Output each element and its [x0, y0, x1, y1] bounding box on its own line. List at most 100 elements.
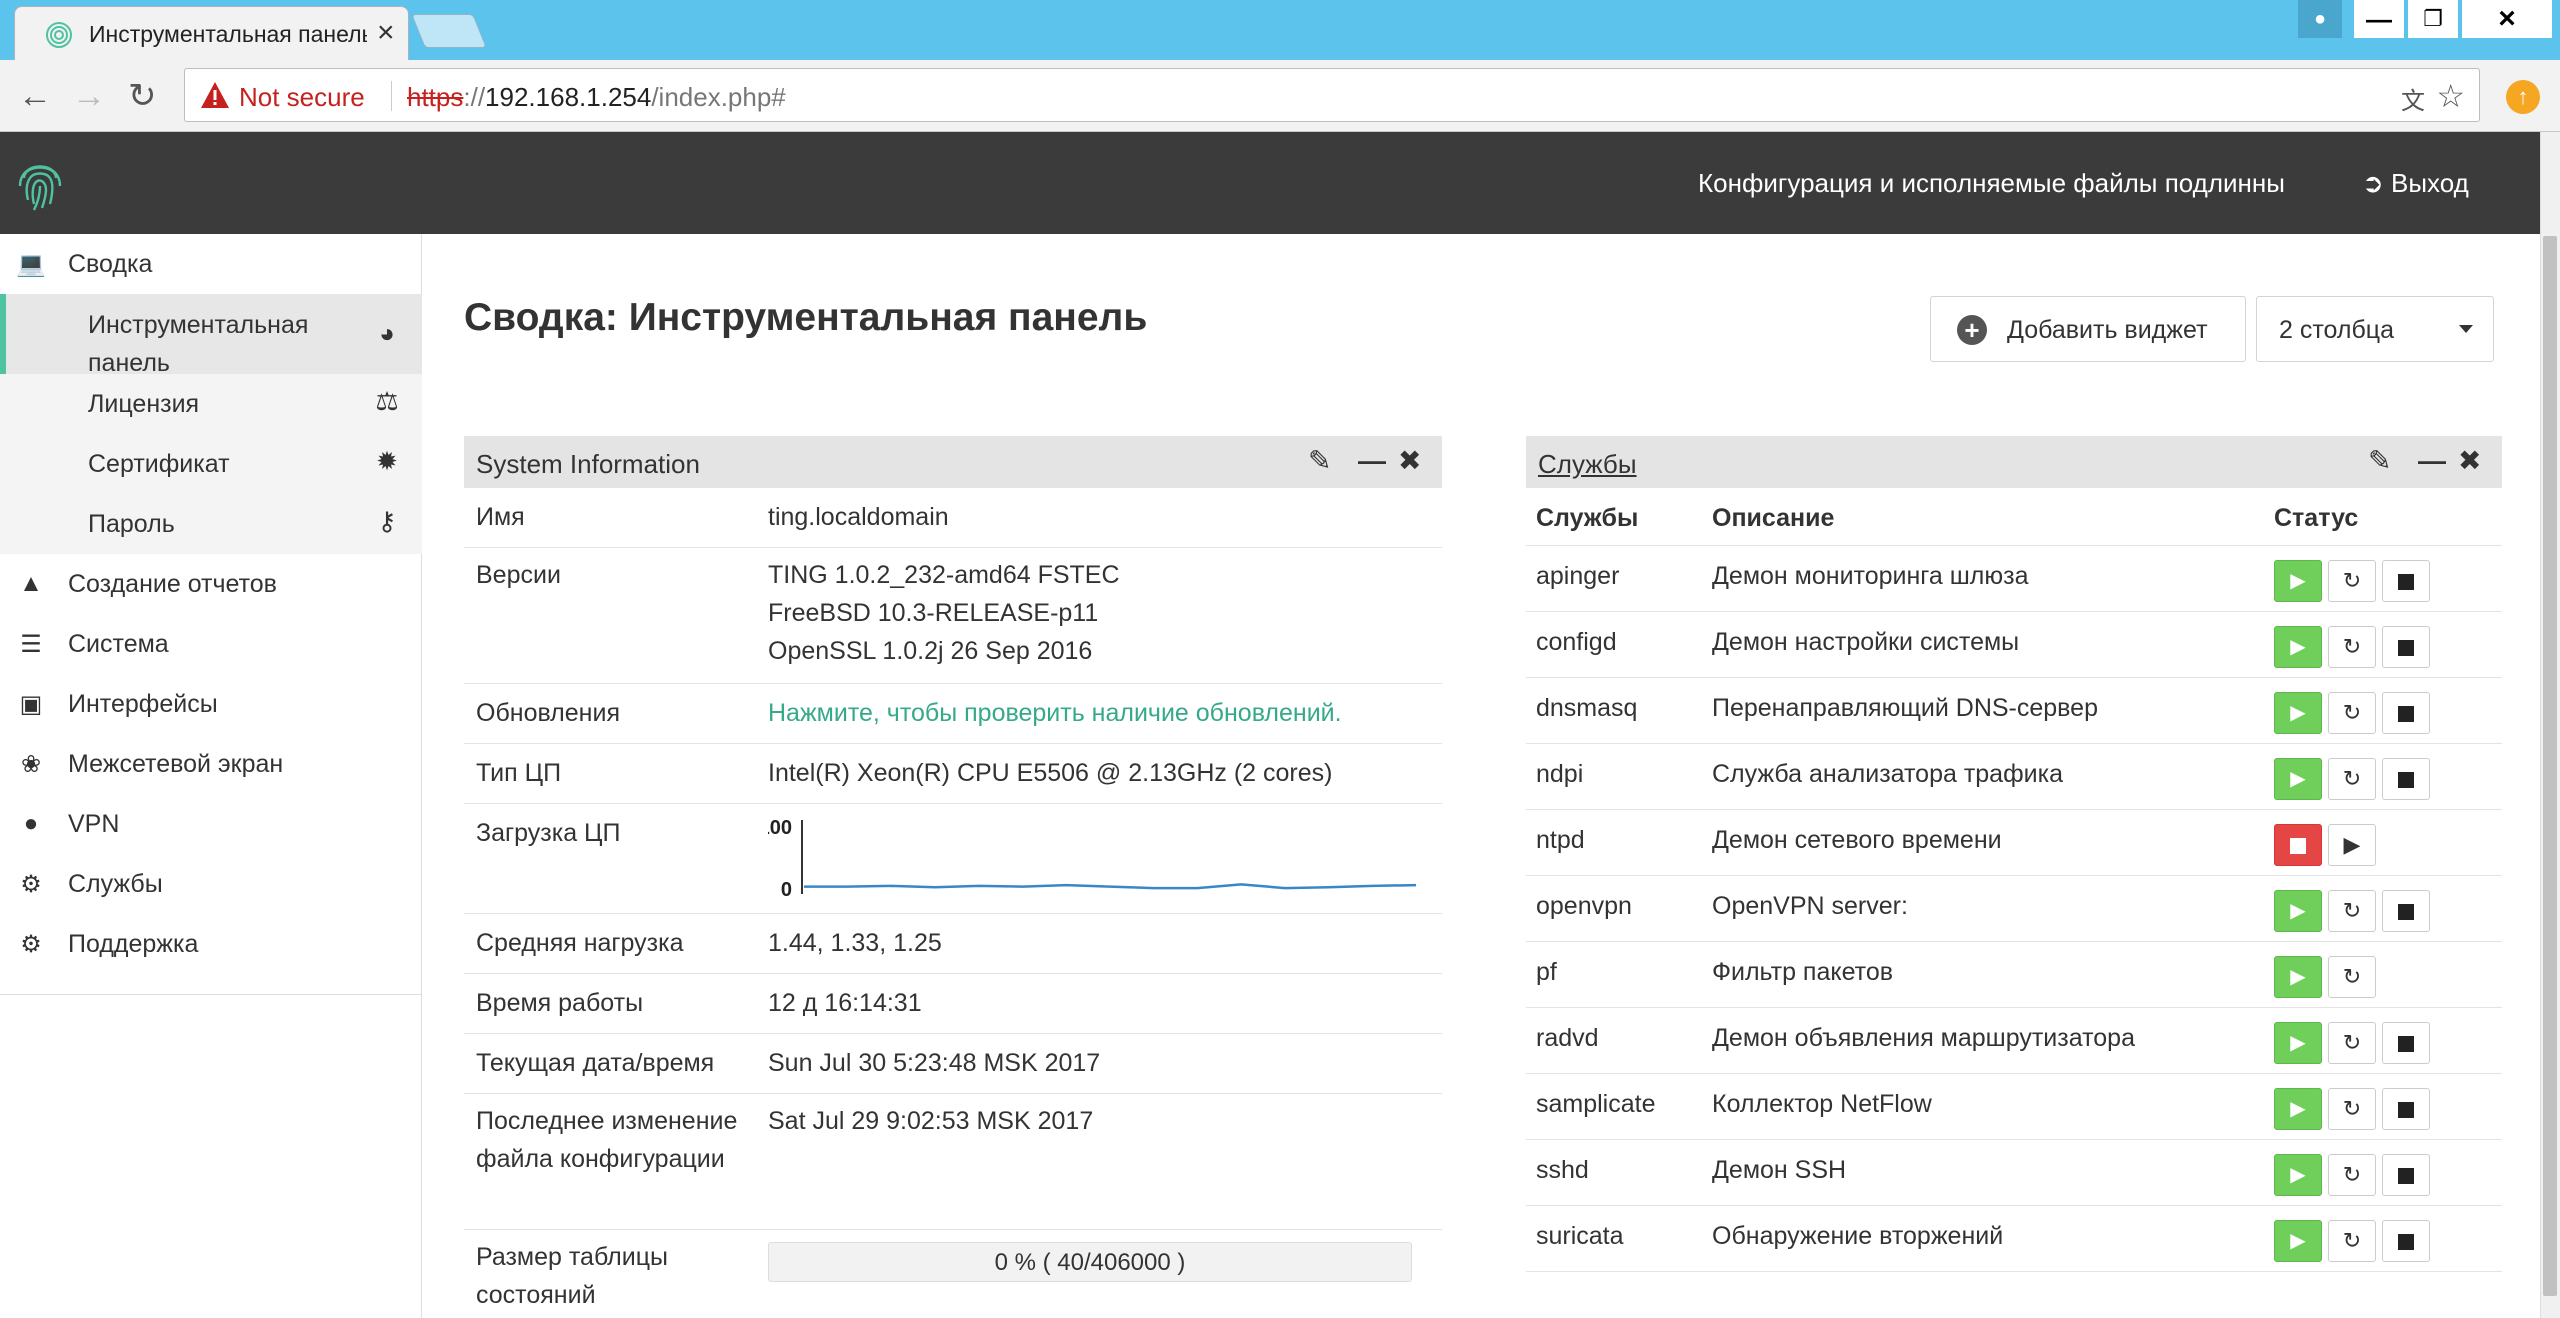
info-value: Sun Jul 30 5:23:48 MSK 2017: [768, 1049, 1101, 1077]
restart-service-icon[interactable]: ↻: [2328, 1154, 2376, 1196]
stop-service-icon[interactable]: [2382, 1088, 2430, 1130]
close-widget-icon[interactable]: ✖: [1398, 445, 1421, 477]
sidebar: 💻 Сводка Инструментальная панель ◕ Лицен…: [0, 234, 422, 1318]
info-label: Обновления: [476, 699, 620, 727]
browser-tab-active[interactable]: Инструментальная панель ×: [14, 6, 409, 60]
security-status[interactable]: Not secure: [239, 82, 365, 113]
stop-service-icon[interactable]: [2382, 1154, 2430, 1196]
services-header[interactable]: Службы ✎ — ✖: [1526, 436, 2502, 488]
service-name: ndpi: [1536, 760, 1584, 788]
laptop-icon: 💻: [16, 251, 46, 278]
restart-service-icon[interactable]: ↻: [2328, 890, 2376, 932]
integrity-notice[interactable]: Конфигурация и исполняемые файлы подлинн…: [1698, 168, 2285, 199]
pencil-icon[interactable]: ✎: [2368, 445, 2391, 477]
bookmark-star-icon[interactable]: ☆: [2436, 77, 2465, 115]
service-status-running-play-icon[interactable]: ▶: [2274, 1154, 2322, 1196]
restart-service-icon[interactable]: ↻: [2328, 758, 2376, 800]
restore-window-icon[interactable]: ❐: [2408, 0, 2458, 38]
service-description: Демон настройки системы: [1712, 628, 2020, 656]
sidebar-subitem-license[interactable]: Лицензия ⚖: [0, 374, 422, 434]
col-header-status: Статус: [2274, 504, 2359, 532]
sidebar-subitem-password[interactable]: Пароль ⚷: [0, 494, 422, 554]
system-information-header[interactable]: System Information ✎ — ✖: [464, 436, 1442, 488]
add-widget-button[interactable]: + Добавить виджет: [1930, 296, 2246, 362]
sidebar-item-interfaces[interactable]: ▣ Интерфейсы: [0, 674, 422, 734]
pencil-icon[interactable]: ✎: [1308, 445, 1331, 477]
service-name: apinger: [1536, 562, 1620, 590]
close-widget-icon[interactable]: ✖: [2458, 445, 2481, 477]
translate-icon[interactable]: 文: [2401, 81, 2425, 116]
info-label: Текущая дата/время: [476, 1049, 715, 1077]
restart-service-icon[interactable]: ↻: [2328, 956, 2376, 998]
check-updates-link[interactable]: Нажмите, чтобы проверить наличие обновле…: [768, 694, 1342, 732]
new-tab-button[interactable]: [411, 14, 487, 48]
service-status-running-play-icon[interactable]: ▶: [2274, 626, 2322, 668]
service-row-dnsmasq: dnsmasq Перенаправляющий DNS-сервер ▶ ↻: [1526, 678, 2502, 744]
service-status-running-play-icon[interactable]: ▶: [2274, 956, 2322, 998]
info-row-versions: Версии TING 1.0.2_232-amd64 FSTEC FreeBS…: [464, 548, 1442, 684]
service-description: Обнаружение вторжений: [1712, 1222, 2004, 1250]
widget-title-link[interactable]: Службы: [1538, 449, 1637, 480]
minimize-widget-icon[interactable]: —: [1358, 445, 1386, 477]
restart-service-icon[interactable]: ↻: [2328, 626, 2376, 668]
sidebar-item-firewall[interactable]: ❀ Межсетевой экран: [0, 734, 422, 794]
sidebar-subitem-label: Сертификат: [88, 450, 230, 478]
sidebar-subitem-dashboard[interactable]: Инструментальная панель ◕: [0, 294, 422, 377]
sidebar-item-vpn[interactable]: ● VPN: [0, 794, 422, 854]
service-status-stopped-icon[interactable]: [2274, 824, 2322, 866]
sidebar-item-support[interactable]: ⚙ Поддержка: [0, 914, 422, 974]
stop-service-icon[interactable]: [2382, 890, 2430, 932]
logout-link[interactable]: ➲ Выход: [2362, 168, 2469, 199]
forward-arrow-icon[interactable]: →: [72, 76, 106, 116]
info-row-state-table: Размер таблицы состояний 0 % ( 40/406000…: [464, 1230, 1442, 1318]
stop-service-icon[interactable]: [2382, 560, 2430, 602]
minimize-widget-icon[interactable]: —: [2418, 445, 2446, 477]
logout-icon: ➲: [2362, 168, 2384, 198]
app-header: Конфигурация и исполняемые файлы подлинн…: [0, 132, 2540, 234]
restart-service-icon[interactable]: ↻: [2328, 1088, 2376, 1130]
key-icon: ⚷: [377, 506, 397, 536]
close-window-icon[interactable]: ×: [2462, 0, 2552, 38]
fingerprint-logo-icon[interactable]: [16, 156, 64, 212]
sidebar-subitem-certificate[interactable]: Сертификат ✹: [0, 434, 422, 494]
restart-service-icon[interactable]: ↻: [2328, 692, 2376, 734]
sidebar-item-reporting[interactable]: ▲ Создание отчетов: [0, 554, 422, 614]
service-status-running-play-icon[interactable]: ▶: [2274, 758, 2322, 800]
stop-service-icon[interactable]: [2382, 1220, 2430, 1262]
sidebar-item-summary[interactable]: 💻 Сводка: [0, 234, 422, 294]
service-status-running-play-icon[interactable]: ▶: [2274, 692, 2322, 734]
service-status-running-play-icon[interactable]: ▶: [2274, 1022, 2322, 1064]
info-value: 1.44, 1.33, 1.25: [768, 929, 942, 957]
version-line: FreeBSD 10.3-RELEASE-p11: [768, 599, 1099, 627]
stop-service-icon[interactable]: [2382, 1022, 2430, 1064]
back-arrow-icon[interactable]: ←: [18, 76, 52, 116]
service-status-running-play-icon[interactable]: ▶: [2274, 890, 2322, 932]
restart-service-icon[interactable]: ↻: [2328, 1022, 2376, 1064]
service-row-apinger: apinger Демон мониторинга шлюза ▶ ↻: [1526, 546, 2502, 612]
address-bar[interactable]: Not secure https://192.168.1.254/index.p…: [184, 68, 2480, 122]
minimize-window-icon[interactable]: —: [2354, 0, 2404, 38]
columns-select[interactable]: 2 столбца: [2256, 296, 2494, 362]
page-scrollbar-thumb[interactable]: [2543, 236, 2557, 1296]
extension-icon[interactable]: ↑: [2506, 80, 2540, 114]
service-row-pf: pf Фильтр пакетов ▶ ↻: [1526, 942, 2502, 1008]
service-name: configd: [1536, 628, 1617, 656]
stop-service-icon[interactable]: [2382, 758, 2430, 800]
sidebar-subitem-label: Инструментальная панель: [88, 311, 309, 377]
stop-service-icon[interactable]: [2382, 626, 2430, 668]
service-status-running-play-icon[interactable]: ▶: [2274, 1220, 2322, 1262]
tab-close-icon[interactable]: ×: [377, 18, 395, 48]
reload-icon[interactable]: ↻: [128, 76, 157, 116]
state-table-progress-text: 0 % ( 40/406000 ): [994, 1249, 1186, 1276]
user-profile-icon[interactable]: ●: [2298, 0, 2342, 38]
restart-service-icon[interactable]: ↻: [2328, 560, 2376, 602]
service-status-running-play-icon[interactable]: ▶: [2274, 560, 2322, 602]
url-text[interactable]: https://192.168.1.254/index.php#: [407, 82, 786, 113]
restart-service-icon[interactable]: ↻: [2328, 1220, 2376, 1262]
sidebar-item-services[interactable]: ⚙ Службы: [0, 854, 422, 914]
service-status-running-play-icon[interactable]: ▶: [2274, 1088, 2322, 1130]
sidebar-subitem-label: Пароль: [88, 510, 175, 538]
sidebar-item-system[interactable]: ☰ Система: [0, 614, 422, 674]
stop-service-icon[interactable]: [2382, 692, 2430, 734]
start-service-icon[interactable]: ▶: [2328, 824, 2376, 866]
